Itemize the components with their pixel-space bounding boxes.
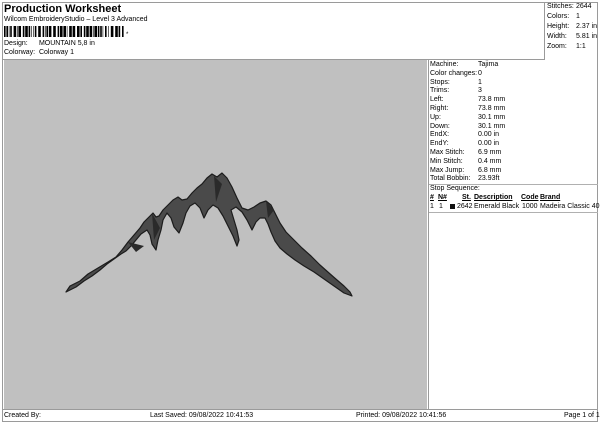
stat-width: Width: 5.81 in (547, 33, 597, 40)
info-value: 0.00 in (478, 131, 500, 139)
info-label: EndY: (430, 140, 449, 148)
info-value: 6.9 mm (478, 149, 502, 156)
stat-zoom: Zoom: 1:1 (547, 43, 586, 50)
info-label: Down: (430, 122, 450, 130)
design-value: MOUNTAIN 5,8 in (38, 40, 95, 47)
stat-label: Colors: (547, 13, 570, 20)
info-value: 30.1 mm (478, 113, 506, 121)
info-value: 23.93ft (478, 175, 500, 183)
info-label: Machine: (430, 61, 459, 68)
info-value: 30.1 mm (478, 122, 506, 130)
stat-height: Height: 2.37 in (547, 23, 597, 30)
stop-row-divider (429, 212, 598, 213)
col-st: St. (462, 194, 471, 201)
design-row: Design: MOUNTAIN 5,8 in (4, 40, 95, 47)
barcode-text: * (126, 32, 129, 38)
color-swatch (450, 204, 455, 209)
stat-label: Width: (547, 33, 567, 40)
row-description: Emerald Black (474, 203, 520, 210)
footer-divider (2, 409, 598, 410)
info-row: Color changes:0 (430, 70, 482, 77)
col-n: N# (438, 194, 447, 201)
info-row: Down: 30.1 mm (430, 123, 505, 130)
info-row: Stops: 1 (430, 79, 482, 86)
stop-sequence-title: Stop Sequence: (430, 185, 480, 192)
info-row: Max Stitch: 6.9 mm (430, 149, 501, 156)
info-value: 6.8 mm (478, 166, 502, 174)
col-description: Description (474, 194, 513, 201)
barcode (4, 26, 124, 37)
design-label: Design: (4, 40, 28, 47)
table-row: 1 1 2642 Emerald Black 1000 Madeira Clas… (429, 203, 600, 212)
info-row: Total Bobbin: 23.93ft (430, 175, 499, 182)
stop-table-header: # N# St. Description Code Brand (429, 194, 598, 203)
info-label: Max Jump: (430, 166, 465, 174)
stat-colors: Colors: 1 (547, 13, 580, 20)
software-subtitle: Wilcom EmbroideryStudio – Level 3 Advanc… (4, 16, 148, 23)
info-row: EndX: 0.00 in (430, 131, 499, 138)
info-value: 73.8 mm (478, 96, 506, 104)
footer-page: Page 1 of 1 (564, 412, 600, 419)
stat-stitches: Stitches: 2644 (547, 3, 592, 10)
footer-saved: Last Saved: 09/08/2022 10:41:53 (150, 412, 254, 419)
info-row: Left: 73.8 mm (430, 96, 505, 103)
info-label: Left: (430, 96, 444, 104)
info-label: Color changes: (430, 69, 478, 77)
info-row: Trims: 3 (430, 87, 482, 94)
stat-value: 2.37 in (576, 23, 598, 30)
info-label: Total Bobbin: (430, 175, 471, 183)
info-value: 73.8 mm (478, 105, 506, 112)
stat-value: 1:1 (576, 43, 586, 50)
info-row: Min Stitch: 0.4 mm (430, 158, 501, 165)
mountain-design (65, 172, 353, 297)
row-num: 1 (430, 203, 434, 210)
stat-label: Height: (547, 23, 570, 30)
info-value: 0.4 mm (478, 157, 502, 165)
info-label: EndX: (430, 131, 450, 139)
stop-divider (429, 184, 598, 185)
info-label: Up: (430, 113, 441, 121)
info-row: Up: 30.1 mm (430, 114, 505, 121)
info-value: 1 (478, 78, 482, 86)
col-code: Code (521, 194, 539, 201)
info-value: 3 (478, 87, 482, 95)
info-label: Min Stitch: (430, 157, 463, 165)
stat-label: Zoom: (547, 43, 567, 50)
stat-value: 5.81 in (576, 33, 598, 40)
info-value: 0 (478, 69, 482, 77)
stats-box: Stitches: 2644 Colors: 1 Height: 2.37 in Wi… (544, 2, 598, 59)
info-label: Right: (430, 105, 449, 112)
footer-printed: Printed: 09/08/2022 10:41:56 (356, 412, 447, 419)
stat-value: 2644 (576, 3, 592, 10)
info-row: Max Jump: 6.8 mm (430, 167, 501, 174)
stat-value: 1 (576, 13, 580, 20)
info-label: Stops: (430, 78, 450, 86)
info-panel: Machine: Tajima Color changes:0 Stops: 1 Trim… (428, 60, 600, 409)
info-row: Machine: Tajima (430, 61, 498, 68)
colorway-value: Colorway 1 (38, 49, 74, 56)
info-row: EndY: 0.00 in (430, 140, 499, 147)
design-canvas (4, 60, 427, 409)
col-brand: Brand (540, 194, 561, 201)
mountain-outline (65, 172, 353, 297)
col-num: # (430, 194, 434, 201)
footer-created: Created By: (4, 412, 41, 419)
row-code: 1000 (522, 203, 538, 210)
colorway-label: Colorway: (4, 49, 36, 56)
row-n: 1 (439, 203, 443, 210)
row-brand: Madeira Classic 40 (540, 203, 600, 210)
stat-label: Stitches: (547, 3, 574, 10)
info-value: Tajima (478, 61, 499, 68)
row-st: 2642 (457, 203, 473, 210)
info-label: Trims: (430, 87, 450, 95)
info-row: Right: 73.8 mm (430, 105, 505, 112)
colorway-row: Colorway: Colorway 1 (4, 49, 74, 56)
info-label: Max Stitch: (430, 149, 465, 156)
info-value: 0.00 in (478, 140, 500, 148)
page-title: Production Worksheet (4, 3, 122, 15)
